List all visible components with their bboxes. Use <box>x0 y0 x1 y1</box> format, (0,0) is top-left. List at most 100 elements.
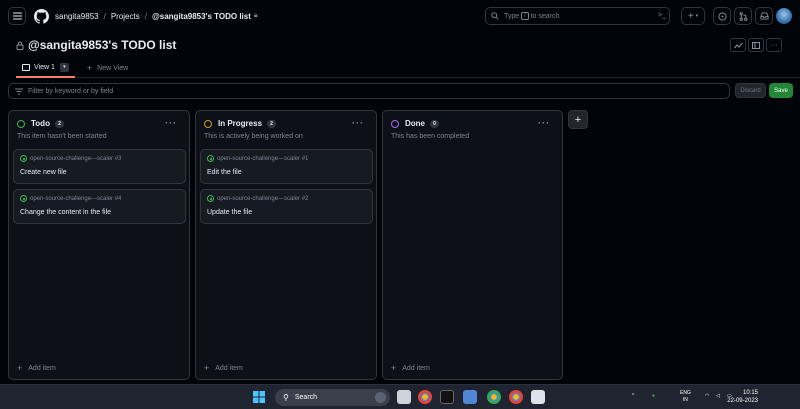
more-icon[interactable]: ··· <box>766 38 782 52</box>
top-header: sangita9853 / Projects / @sangita9853's … <box>0 0 800 32</box>
status-circle-icon <box>17 119 25 128</box>
chrome-profile-icon[interactable] <box>487 390 501 404</box>
chrome-icon[interactable] <box>418 390 432 404</box>
search-placeholder-tail: to search <box>530 12 560 20</box>
add-item-label: Add item <box>402 364 430 372</box>
card-repo: open-source-challenge---scaler #3 <box>30 155 122 162</box>
column-header: Todo 2 <box>17 119 64 128</box>
tray-app-icon[interactable]: ● <box>652 393 655 400</box>
status-circle-icon <box>204 119 212 128</box>
task-view-icon[interactable] <box>397 390 411 404</box>
issue-card[interactable]: open-source-challenge---scaler #1 Edit t… <box>200 149 373 184</box>
add-item-button[interactable]: + Add item <box>204 363 243 373</box>
region-code: IN <box>682 397 688 403</box>
github-logo[interactable] <box>34 8 49 24</box>
card-meta: open-source-challenge---scaler #4 <box>20 195 121 202</box>
chevron-up-icon[interactable]: ^ <box>632 393 634 400</box>
card-repo: open-source-challenge---scaler #2 <box>217 195 309 202</box>
plus-icon: + <box>17 363 23 373</box>
search-icon <box>491 12 499 20</box>
avatar[interactable] <box>776 8 792 24</box>
open-issue-icon <box>20 195 27 202</box>
breadcrumb-separator: / <box>103 11 106 21</box>
app-window: sangita9853 / Projects / @sangita9853's … <box>0 0 800 409</box>
command-palette-icon[interactable]: >_ <box>658 12 666 19</box>
add-column-button[interactable]: + <box>568 110 588 129</box>
column-count-badge: 0 <box>430 119 439 128</box>
pull-requests-icon[interactable] <box>734 7 752 25</box>
plus-icon: + <box>391 363 397 373</box>
add-item-label: Add item <box>215 364 243 372</box>
app-window-icon[interactable] <box>531 390 545 404</box>
search-icon: ⚲ <box>283 393 289 402</box>
add-item-button[interactable]: + Add item <box>17 363 56 373</box>
column-menu-icon[interactable]: ··· <box>165 118 177 128</box>
tradingview-icon[interactable] <box>440 390 454 404</box>
add-item-label: Add item <box>28 364 56 372</box>
tab-view-1[interactable]: View 1 ▾ <box>16 59 75 78</box>
column-title: Done <box>405 119 425 128</box>
lock-icon <box>16 41 24 50</box>
clock-date: 22-09-2023 <box>727 398 758 404</box>
plus-icon: + <box>86 63 93 73</box>
create-new-button[interactable]: + ▾ <box>681 7 705 25</box>
board-column-done: Done 0 ··· This has been completed + Add… <box>382 110 563 380</box>
language-indicator[interactable]: ENG IN <box>680 390 691 404</box>
taskbar-search[interactable]: ⚲ Search <box>275 389 390 406</box>
search-placeholder: Type <box>504 12 520 20</box>
card-title[interactable]: Update the file <box>207 209 252 216</box>
board-icon <box>22 63 30 71</box>
panel-icon[interactable] <box>748 38 764 52</box>
issue-card[interactable]: open-source-challenge---scaler #4 Change… <box>13 189 186 224</box>
column-description: This item hasn't been started <box>17 133 107 140</box>
column-count-badge: 2 <box>54 119 64 128</box>
card-title[interactable]: Create new file <box>20 169 67 176</box>
inbox-icon[interactable] <box>755 7 773 25</box>
open-issue-icon <box>20 155 27 162</box>
filter-input[interactable]: Filter by keyword or by field <box>8 83 730 99</box>
breadcrumb: sangita9853 / Projects / @sangita9853's … <box>55 12 258 21</box>
column-description: This is actively being worked on <box>204 133 303 140</box>
card-repo: open-source-challenge---scaler #4 <box>30 195 122 202</box>
save-button[interactable]: Save <box>769 83 793 98</box>
search-input[interactable]: Type / to search >_ <box>485 7 670 25</box>
hamburger-icon[interactable] <box>8 7 26 25</box>
insights-icon[interactable] <box>730 38 746 52</box>
language-code: ENG <box>680 390 691 396</box>
breadcrumb-projects[interactable]: Projects <box>111 12 140 21</box>
add-item-button[interactable]: + Add item <box>391 363 430 373</box>
new-view-button[interactable]: + New View <box>87 63 128 73</box>
issue-card[interactable]: open-source-challenge---scaler #2 Update… <box>200 189 373 224</box>
windows-taskbar: ⚲ Search ^ ● ENG IN ◠ ◁ ▭ 10:15 22-09-20… <box>0 384 800 409</box>
card-title[interactable]: Edit the file <box>207 169 242 176</box>
chrome-active-icon[interactable] <box>509 390 523 404</box>
board-column-in-progress: In Progress 2 ··· This is actively being… <box>195 110 377 380</box>
volume-icon[interactable]: ◁ <box>716 393 720 400</box>
clock[interactable]: 10:15 22-09-2023 <box>727 389 758 405</box>
card-title[interactable]: Change the content in the file <box>20 209 111 216</box>
column-header: In Progress 2 <box>204 119 277 128</box>
project-toolbar: ··· <box>730 38 782 52</box>
view-tabs: View 1 ▾ + New View <box>16 59 800 78</box>
open-issue-icon <box>207 155 214 162</box>
page-title[interactable]: @sangita9853's TODO list <box>28 38 176 52</box>
discard-button[interactable]: Discard <box>735 83 766 98</box>
column-menu-icon[interactable]: ··· <box>538 118 550 128</box>
new-view-label: New View <box>97 64 129 72</box>
column-title: Todo <box>31 119 50 128</box>
start-icon[interactable] <box>252 390 266 404</box>
breadcrumb-project[interactable]: @sangita9853's TODO list <box>152 12 251 21</box>
wifi-icon[interactable]: ◠ <box>705 393 709 400</box>
search-highlight-icon <box>375 392 386 403</box>
card-meta: open-source-challenge---scaler #2 <box>207 195 308 202</box>
board-column-todo: Todo 2 ··· This item hasn't been started… <box>8 110 190 380</box>
notepad-icon[interactable] <box>463 390 477 404</box>
open-issue-icon <box>207 195 214 202</box>
chevron-down-icon: ▾ <box>695 13 699 19</box>
column-menu-icon[interactable]: ··· <box>352 118 364 128</box>
chevron-down-icon[interactable]: ▾ <box>59 62 69 72</box>
clock-time: 10:15 <box>742 390 758 396</box>
issues-icon[interactable] <box>713 7 731 25</box>
breadcrumb-user[interactable]: sangita9853 <box>55 12 99 21</box>
issue-card[interactable]: open-source-challenge---scaler #3 Create… <box>13 149 186 184</box>
